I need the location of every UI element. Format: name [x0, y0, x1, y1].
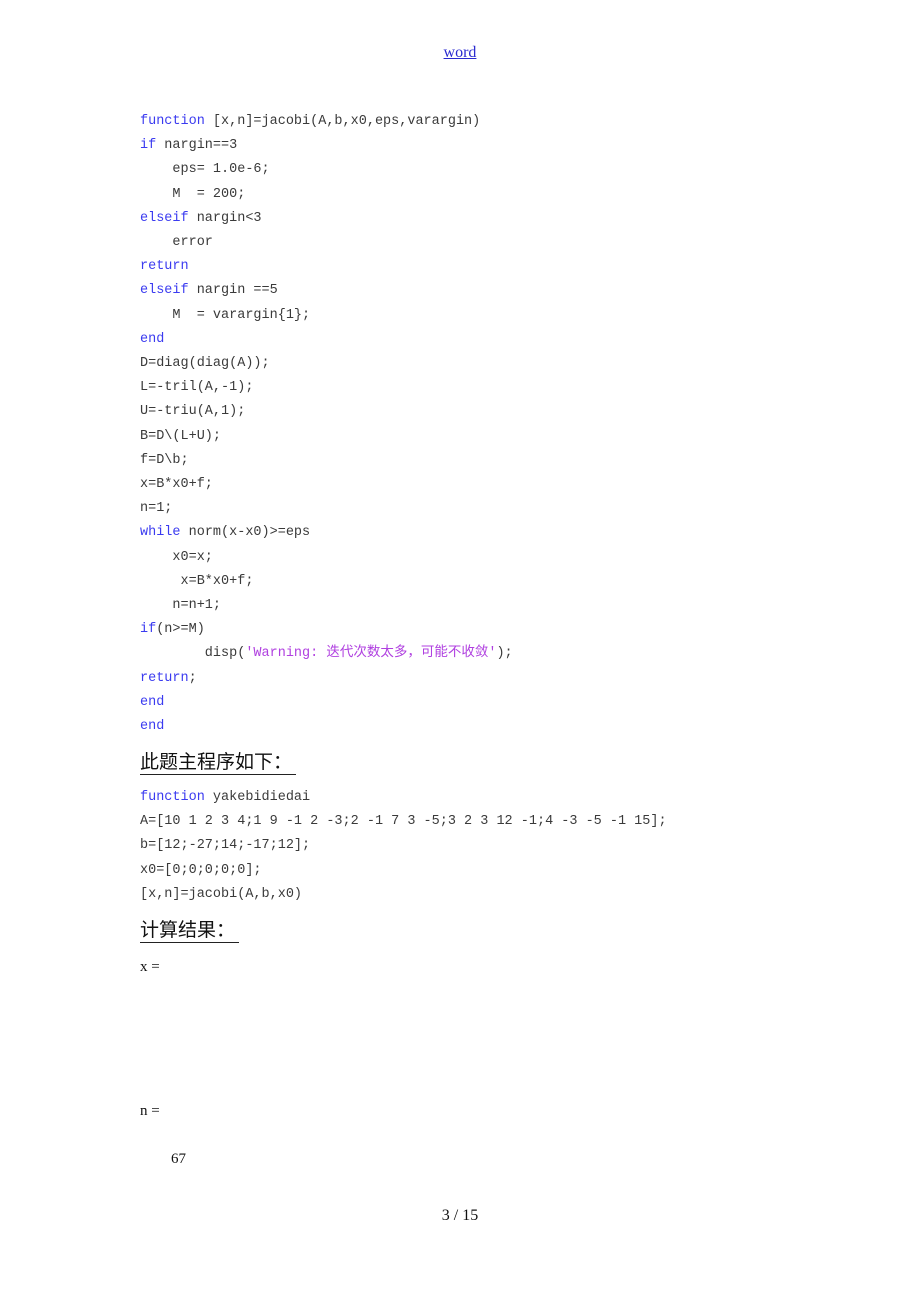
code-text: norm(x-x0)>=eps [180, 525, 311, 541]
code-line: error [140, 235, 213, 251]
code-line: elseif nargin ==5 [140, 279, 513, 303]
code-line: end [140, 715, 513, 739]
keyword: end [140, 719, 165, 735]
n-result-label: n = [140, 1103, 160, 1119]
code-line: if nargin==3 [140, 134, 513, 158]
n-result-value: 67 [171, 1151, 186, 1167]
code-text: (n>=M) [156, 622, 205, 638]
keyword: elseif [140, 210, 189, 226]
code-line: function [x,n]=jacobi(A,b,x0,eps,varargi… [140, 110, 513, 134]
keyword: while [140, 525, 181, 541]
code-text: ; [188, 670, 197, 686]
code-line: x=B*x0+f; [140, 477, 213, 493]
code-line: B=D\(L+U); [140, 428, 222, 444]
keyword: return [140, 670, 189, 686]
keyword: if [140, 622, 157, 638]
code-line: b=[12;-27;14;-17;12]; [140, 838, 311, 854]
code-line: x0=[0;0;0;0;0]; [140, 862, 262, 878]
code-text: disp( [140, 646, 246, 662]
code-line: eps= 1.0e-6; [140, 162, 270, 178]
code-line: end [140, 691, 513, 715]
code-line: x0=x; [140, 549, 213, 565]
code-text: nargin<3 [188, 210, 262, 226]
code-line: [x,n]=jacobi(A,b,x0) [140, 886, 303, 902]
code-text: yakebidiedai [204, 790, 311, 805]
keyword: return [140, 259, 189, 275]
keyword: if [140, 138, 157, 154]
keyword: function [140, 114, 205, 129]
keyword: elseif [140, 283, 189, 299]
x-result-label: x = [140, 959, 160, 975]
main-program-heading: 此题主程序如下： [140, 750, 297, 775]
code-line: function yakebidiedai [140, 786, 667, 810]
code-line: L=-tril(A,-1); [140, 380, 254, 396]
code-line: D=diag(diag(A)); [140, 356, 270, 372]
code-line: f=D\b; [140, 452, 189, 468]
page-indicator: 3 / 15 [441, 1207, 479, 1224]
result-heading: 计算结果： [140, 918, 240, 943]
code-line: return [140, 255, 513, 279]
string-literal: 'Warning: 迭代次数太多，可能不收敛' [245, 646, 497, 662]
code-line: x=B*x0+f; [140, 573, 254, 589]
code-line: elseif nargin<3 [140, 207, 513, 231]
code-text: nargin==3 [156, 138, 238, 154]
code-line: M = 200; [140, 186, 246, 202]
code-line: if(n>=M) [140, 618, 513, 642]
code-line: n=n+1; [140, 598, 222, 614]
code-line: A=[10 1 2 3 4;1 9 -1 2 -3;2 -1 7 3 -5;3 … [140, 814, 667, 830]
code-text: nargin ==5 [188, 283, 278, 299]
code-line: M = varargin{1}; [140, 307, 311, 323]
main-program-code: function yakebidiedai A=[10 1 2 3 4;1 9 -… [140, 786, 667, 907]
keyword: end [140, 694, 165, 710]
code-line: end [140, 328, 513, 352]
header-link[interactable]: word [0, 44, 920, 62]
keyword: function [140, 790, 205, 805]
code-text: [x,n]=jacobi(A,b,x0,eps,varargin) [204, 114, 481, 129]
keyword: end [140, 331, 165, 347]
code-line: disp('Warning: 迭代次数太多，可能不收敛'); [140, 642, 513, 666]
code-text: ); [496, 646, 513, 662]
code-line: n=1; [140, 501, 173, 517]
code-line: while norm(x-x0)>=eps [140, 521, 513, 545]
code-line: U=-triu(A,1); [140, 404, 246, 420]
code-line: return; [140, 667, 513, 691]
jacobi-function-code: function [x,n]=jacobi(A,b,x0,eps,varargi… [140, 110, 513, 739]
